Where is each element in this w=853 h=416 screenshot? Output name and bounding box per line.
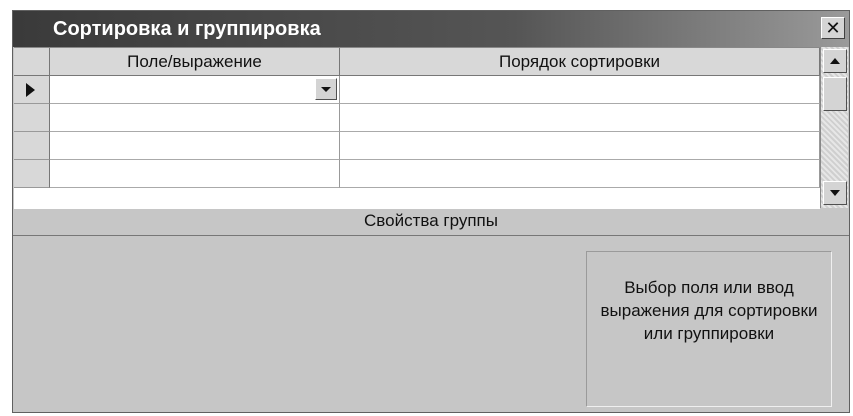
row-selector[interactable] xyxy=(14,160,50,188)
sort-order-cell[interactable] xyxy=(340,160,820,188)
close-button[interactable]: ✕ xyxy=(821,17,845,39)
help-text-box: Выбор поля или ввод выражения для сортир… xyxy=(586,251,832,407)
close-icon: ✕ xyxy=(825,18,841,38)
title-bar: Сортировка и группировка ✕ xyxy=(13,11,849,47)
field-cell[interactable] xyxy=(50,76,340,104)
row-selector[interactable] xyxy=(14,76,50,104)
arrow-down-icon xyxy=(830,190,840,196)
sort-order-cell[interactable] xyxy=(340,104,820,132)
scroll-down-button[interactable] xyxy=(823,181,847,205)
field-cell[interactable] xyxy=(50,104,340,132)
sort-group-grid: Поле/выражение Порядок сортировки xyxy=(14,47,820,209)
dialog-title: Сортировка и группировка xyxy=(53,18,321,40)
arrow-up-icon xyxy=(830,58,840,64)
sort-order-cell[interactable] xyxy=(340,132,820,160)
row-selector[interactable] xyxy=(14,132,50,160)
chevron-down-icon xyxy=(321,87,331,92)
sort-order-cell[interactable] xyxy=(340,76,820,104)
field-dropdown-button[interactable] xyxy=(315,78,337,100)
row-selector[interactable] xyxy=(14,104,50,132)
column-header-sort-order[interactable]: Порядок сортировки xyxy=(340,48,820,76)
scroll-thumb[interactable] xyxy=(823,77,847,111)
corner-header xyxy=(14,48,50,76)
current-row-arrow-icon xyxy=(26,83,35,97)
group-properties-title: Свойства группы xyxy=(13,209,849,236)
sorting-grouping-dialog: Сортировка и группировка ✕ Поле/выражени… xyxy=(12,10,850,413)
help-text: Выбор поля или ввод выражения для сортир… xyxy=(600,278,818,343)
field-cell[interactable] xyxy=(50,132,340,160)
column-header-field[interactable]: Поле/выражение xyxy=(50,48,340,76)
vertical-scrollbar[interactable] xyxy=(820,47,848,208)
scroll-up-button[interactable] xyxy=(823,49,847,73)
field-cell[interactable] xyxy=(50,160,340,188)
